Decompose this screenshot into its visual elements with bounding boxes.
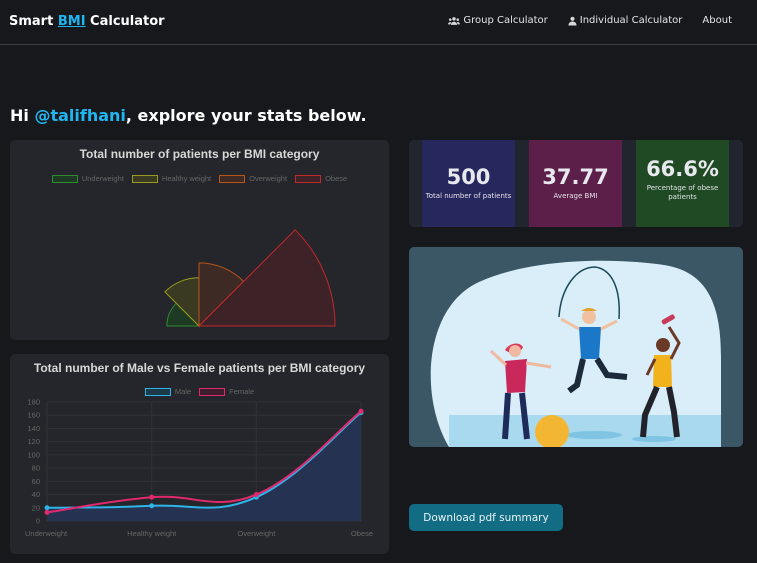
stat-obese-percentage: 66.6% Percentage of obese patients (636, 140, 729, 227)
data-point-male[interactable] (44, 505, 50, 511)
stat-average-bmi-value: 37.77 (542, 165, 609, 190)
brand-logo[interactable]: Smart BMI Calculator (9, 14, 165, 29)
nav-links: Group Calculator Individual Calculator A… (448, 15, 732, 26)
data-point-female[interactable] (358, 408, 364, 414)
y-tick-label: 120 (27, 437, 40, 446)
y-tick-label: 100 (27, 450, 40, 459)
stat-average-bmi: 37.77 Average BMI (529, 140, 622, 227)
bmi-category-chart-card: Total number of patients per BMI categor… (10, 140, 389, 340)
x-tick-label: Underweight (25, 529, 68, 538)
stat-total-patients: 500 Total number of patients (422, 140, 515, 227)
y-tick-label: 80 (32, 464, 40, 473)
y-tick-label: 40 (32, 490, 40, 499)
brand-suffix: Calculator (85, 14, 165, 29)
y-tick-label: 20 (32, 503, 40, 512)
fitness-illustration (409, 247, 743, 447)
gender-chart-card: Total number of Male vs Female patients … (10, 354, 389, 554)
exercise-people-illustration (430, 260, 721, 447)
y-tick-label: 0 (36, 517, 40, 526)
greeting-suffix: , explore your stats below. (125, 106, 367, 125)
brand-prefix: Smart (9, 14, 58, 29)
greeting-prefix: Hi (10, 106, 35, 125)
y-tick-label: 160 (27, 411, 40, 420)
nav-group-calculator-label: Group Calculator (463, 15, 548, 26)
y-tick-label: 60 (32, 477, 40, 486)
data-point-female[interactable] (149, 494, 155, 500)
data-point-male[interactable] (149, 503, 155, 509)
data-point-female[interactable] (253, 492, 259, 498)
stats-panel: 500 Total number of patients 37.77 Avera… (409, 140, 743, 227)
username: @talifhani (34, 106, 126, 125)
download-pdf-button[interactable]: Download pdf summary (409, 504, 563, 531)
nav-about-label: About (702, 15, 732, 26)
stat-total-patients-value: 500 (446, 165, 491, 190)
brand-highlight: BMI (57, 14, 86, 29)
x-tick-label: Healthy weight (127, 529, 177, 538)
users-icon (448, 16, 461, 25)
navbar: Smart BMI Calculator Group Calculator In… (0, 0, 757, 45)
nav-group-calculator[interactable]: Group Calculator (448, 15, 548, 26)
page-greeting: Hi @talifhani, explore your stats below. (10, 106, 367, 125)
y-tick-label: 140 (27, 424, 40, 433)
nav-individual-calculator[interactable]: Individual Calculator (568, 15, 683, 26)
nav-about[interactable]: About (702, 15, 732, 26)
stat-total-patients-label: Total number of patients (425, 192, 512, 201)
data-point-female[interactable] (44, 509, 50, 515)
y-tick-label: 180 (27, 398, 40, 407)
stat-obese-percentage-value: 66.6% (646, 156, 719, 181)
nav-individual-calculator-label: Individual Calculator (579, 15, 683, 26)
user-icon (568, 16, 577, 25)
gender-line-chart: 0 20 40 60 80 100 120 140 160 180 Underweight Healt… (25, 398, 373, 539)
bmi-category-polar-chart (164, 229, 336, 328)
x-tick-label: Obese (351, 529, 373, 538)
x-tick-label: Overweight (237, 529, 276, 538)
stat-obese-percentage-label: Percentage of obese patients (646, 183, 719, 201)
stat-average-bmi-label: Average BMI (553, 192, 598, 201)
